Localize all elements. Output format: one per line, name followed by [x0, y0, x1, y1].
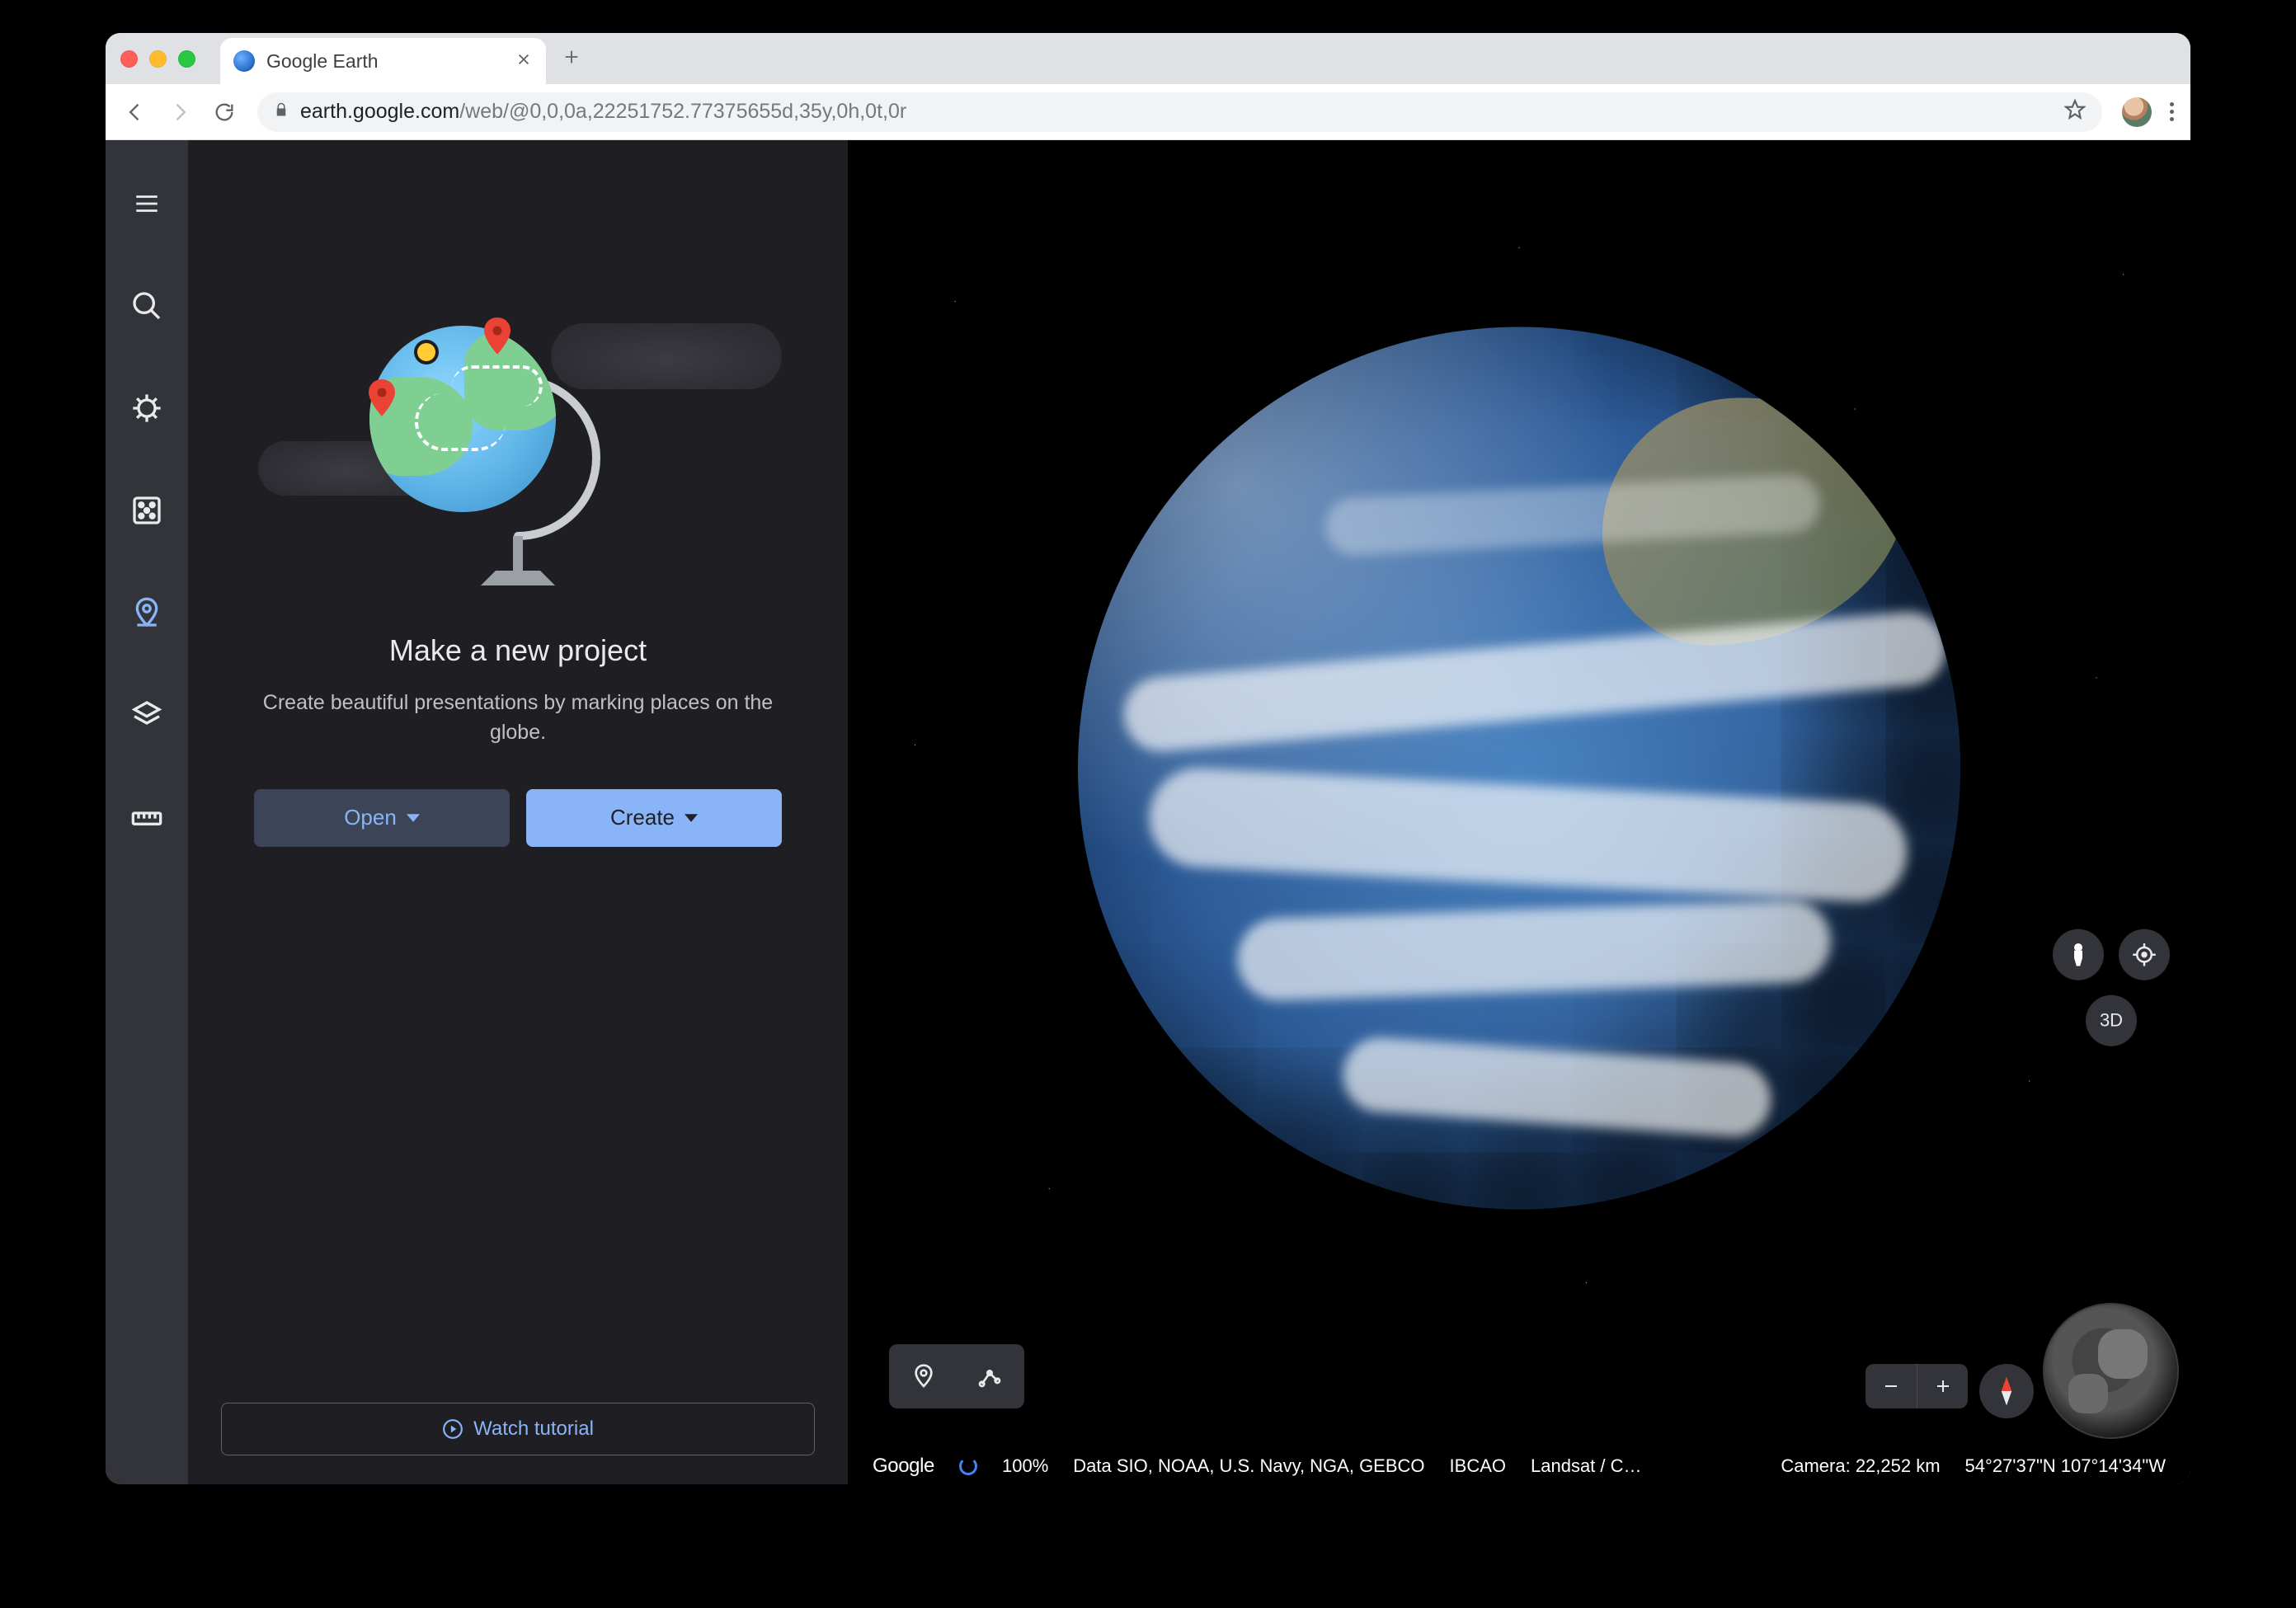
tab-favicon: [233, 50, 255, 72]
new-tab-button[interactable]: [562, 48, 581, 70]
attribution-text: Data SIO, NOAA, U.S. Navy, NGA, GEBCO: [1073, 1455, 1424, 1477]
reload-button[interactable]: [205, 92, 244, 132]
browser-menu-button[interactable]: [2163, 96, 2181, 128]
app-content: Make a new project Create beautiful pres…: [106, 140, 2190, 1484]
nav-measure-button[interactable]: [118, 788, 176, 846]
projects-panel: Make a new project Create beautiful pres…: [188, 140, 848, 1484]
create-button[interactable]: Create: [526, 789, 782, 847]
window-close-button[interactable]: [120, 50, 138, 68]
window-maximize-button[interactable]: [178, 50, 195, 68]
overview-globe-button[interactable]: [2043, 1303, 2179, 1439]
url-text: earth.google.com/web/@0,0,0a,22251752.77…: [300, 100, 906, 124]
view-controls: 3D: [2053, 929, 2170, 1046]
tab-title: Google Earth: [266, 50, 503, 73]
back-button[interactable]: [115, 92, 155, 132]
zoom-control: [1866, 1364, 1968, 1408]
panel-description: Create beautiful presentations by markin…: [254, 688, 782, 748]
tab-strip: Google Earth: [106, 33, 2190, 84]
zoom-in-button[interactable]: [1917, 1364, 1968, 1408]
nav-projects-button[interactable]: [118, 584, 176, 642]
nav-search-button[interactable]: [118, 277, 176, 335]
browser-tab[interactable]: Google Earth: [220, 38, 546, 84]
forward-button[interactable]: [160, 92, 200, 132]
add-placemark-button[interactable]: [892, 1347, 955, 1405]
map-canvas[interactable]: 3D Google 100% Data SIO, NOAA, U.S. Navy…: [848, 140, 2190, 1484]
coordinates-text: 54°27'37"N 107°14'34"W: [1965, 1455, 2166, 1477]
close-tab-button[interactable]: [515, 52, 533, 71]
nav-mapstyle-button[interactable]: [118, 686, 176, 744]
pin-icon: [481, 317, 514, 361]
toggle-3d-button[interactable]: 3D: [2086, 995, 2137, 1046]
browser-window: Google Earth earth.google.com/web/@0,0,0…: [106, 33, 2190, 1484]
my-location-button[interactable]: [2119, 929, 2170, 980]
caret-down-icon: [685, 805, 698, 830]
loading-indicator-icon: [959, 1457, 977, 1475]
attribution-text: Landsat / C…: [1531, 1455, 1642, 1477]
nav-lucky-button[interactable]: [118, 482, 176, 539]
pegman-button[interactable]: [2053, 929, 2104, 980]
zoom-out-button[interactable]: [1866, 1364, 1917, 1408]
earth-globe: [1078, 327, 1960, 1210]
bookmark-button[interactable]: [2064, 99, 2086, 125]
watch-tutorial-button[interactable]: Watch tutorial: [221, 1403, 815, 1455]
open-button[interactable]: Open: [254, 789, 510, 847]
camera-label: Camera: 22,252 km: [1781, 1455, 1940, 1477]
profile-avatar[interactable]: [2122, 97, 2152, 127]
window-controls: [120, 50, 195, 68]
panel-heading: Make a new project: [389, 633, 647, 668]
status-bar: Google 100% Data SIO, NOAA, U.S. Navy, N…: [848, 1448, 2190, 1484]
pin-icon: [365, 379, 398, 423]
caret-down-icon: [407, 805, 420, 830]
panel-illustration: [320, 297, 716, 594]
progress-text: 100%: [1002, 1455, 1048, 1477]
nav-menu-button[interactable]: [118, 175, 176, 233]
address-bar[interactable]: earth.google.com/web/@0,0,0a,22251752.77…: [257, 92, 2102, 132]
compass-button[interactable]: [1979, 1364, 2034, 1418]
window-minimize-button[interactable]: [149, 50, 167, 68]
drawing-toolbar: [889, 1344, 1024, 1408]
browser-toolbar: earth.google.com/web/@0,0,0a,22251752.77…: [106, 84, 2190, 140]
vertical-nav: [106, 140, 188, 1484]
google-logo-text: Google: [873, 1455, 934, 1478]
lock-icon: [274, 102, 289, 121]
attribution-text: IBCAO: [1450, 1455, 1506, 1477]
nav-voyager-button[interactable]: [118, 379, 176, 437]
draw-path-button[interactable]: [958, 1347, 1021, 1405]
play-circle-icon: [442, 1418, 463, 1440]
